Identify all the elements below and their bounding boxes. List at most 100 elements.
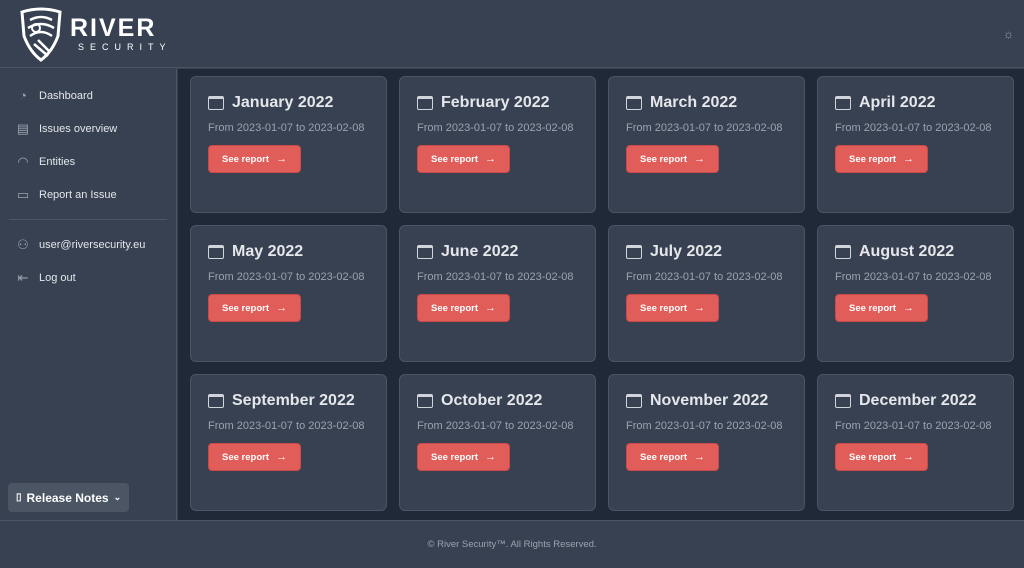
arrow-right-icon: → xyxy=(276,302,287,314)
calendar-icon xyxy=(835,96,851,110)
sidebar-item-issues-overview[interactable]: ▤ Issues overview xyxy=(0,112,176,145)
button-label: See report xyxy=(849,451,896,463)
report-range: From 2023-01-07 to 2023-02-08 xyxy=(417,271,574,283)
report-range: From 2023-01-07 to 2023-02-08 xyxy=(208,122,365,134)
report-card: August 2022 From 2023-01-07 to 2023-02-0… xyxy=(817,225,1014,362)
button-label: See report xyxy=(849,153,896,165)
arrow-right-icon: → xyxy=(276,451,287,463)
report-card: March 2022 From 2023-01-07 to 2023-02-08… xyxy=(608,76,805,213)
button-label: See report xyxy=(222,302,269,314)
report-title: December 2022 xyxy=(859,392,977,409)
report-card: June 2022 From 2023-01-07 to 2023-02-08 … xyxy=(399,225,596,362)
user-email: user@riversecurity.eu xyxy=(39,238,146,251)
report-range: From 2023-01-07 to 2023-02-08 xyxy=(208,271,365,283)
report-title: January 2022 xyxy=(232,94,334,111)
button-label: See report xyxy=(640,153,687,165)
see-report-button[interactable]: See report → xyxy=(835,145,928,173)
arrow-right-icon: → xyxy=(694,153,705,165)
header: RIVER SECURITY ☼ xyxy=(0,0,1024,68)
button-label: See report xyxy=(431,153,478,165)
brand-name: RIVER xyxy=(70,14,157,42)
sidebar-item-report-issue[interactable]: ▭ Report an Issue xyxy=(0,178,176,211)
report-title: August 2022 xyxy=(859,243,955,260)
calendar-icon xyxy=(626,96,642,110)
arrow-right-icon: → xyxy=(903,302,914,314)
see-report-button[interactable]: See report → xyxy=(208,145,301,173)
pie-chart-icon: ◔ xyxy=(19,88,27,103)
divider xyxy=(9,219,167,220)
report-range: From 2023-01-07 to 2023-02-08 xyxy=(417,420,574,432)
report-card: February 2022 From 2023-01-07 to 2023-02… xyxy=(399,76,596,213)
see-report-button[interactable]: See report → xyxy=(417,443,510,471)
report-title: February 2022 xyxy=(441,94,550,111)
sidebar-item-label: Entities xyxy=(39,155,76,168)
button-label: See report xyxy=(640,451,687,463)
button-label: See report xyxy=(640,302,687,314)
report-title: November 2022 xyxy=(650,392,769,409)
sidebar-item-label: Dashboard xyxy=(39,89,93,102)
calendar-icon xyxy=(835,245,851,259)
see-report-button[interactable]: See report → xyxy=(417,294,510,322)
arrow-right-icon: → xyxy=(694,451,705,463)
calendar-icon xyxy=(626,245,642,259)
sidebar-item-logout[interactable]: ⇤ Log out xyxy=(0,261,176,294)
calendar-icon xyxy=(835,394,851,408)
report-card: September 2022 From 2023-01-07 to 2023-0… xyxy=(190,374,387,511)
see-report-button[interactable]: See report → xyxy=(208,294,301,322)
arrow-right-icon: → xyxy=(903,451,914,463)
report-title: June 2022 xyxy=(441,243,519,260)
report-card: November 2022 From 2023-01-07 to 2023-02… xyxy=(608,374,805,511)
report-card: July 2022 From 2023-01-07 to 2023-02-08 … xyxy=(608,225,805,362)
sidebar-item-entities[interactable]: ◠ Entities xyxy=(0,145,176,178)
footer: © River Security™. All Rights Reserved. xyxy=(0,520,1024,567)
arrow-right-icon: → xyxy=(485,451,496,463)
sidebar: ◔ Dashboard ▤ Issues overview ◠ Entities ▭ R… xyxy=(0,69,177,520)
sidebar-item-user[interactable]: ⚇ user@riversecurity.eu xyxy=(0,228,176,261)
report-range: From 2023-01-07 to 2023-02-08 xyxy=(626,420,783,432)
sidebar-item-label: Report an Issue xyxy=(39,188,117,201)
see-report-button[interactable]: See report → xyxy=(208,443,301,471)
arrow-right-icon: → xyxy=(276,153,287,165)
report-range: From 2023-01-07 to 2023-02-08 xyxy=(835,420,992,432)
button-label: See report xyxy=(431,451,478,463)
logout-icon: ⇤ xyxy=(17,269,29,285)
button-label: See report xyxy=(849,302,896,314)
see-report-button[interactable]: See report → xyxy=(626,145,719,173)
fingerprint-shield-logo-icon xyxy=(20,7,62,62)
report-card: May 2022 From 2023-01-07 to 2023-02-08 S… xyxy=(190,225,387,362)
calendar-icon xyxy=(417,245,433,259)
logo[interactable]: RIVER SECURITY xyxy=(18,6,172,62)
report-range: From 2023-01-07 to 2023-02-08 xyxy=(417,122,574,134)
release-notes-button[interactable]: ▯ Release Notes ⌄ xyxy=(8,483,130,512)
report-range: From 2023-01-07 to 2023-02-08 xyxy=(835,271,992,283)
button-label: See report xyxy=(222,451,269,463)
calendar-icon xyxy=(208,96,224,110)
arrow-right-icon: → xyxy=(694,302,705,314)
calendar-icon xyxy=(417,96,433,110)
reports-grid: January 2022 From 2023-01-07 to 2023-02-… xyxy=(190,76,1014,511)
button-label: See report xyxy=(222,153,269,165)
see-report-button[interactable]: See report → xyxy=(626,294,719,322)
document-icon: ▯ xyxy=(16,492,22,503)
chevron-down-icon: ⌄ xyxy=(113,492,122,502)
report-title: May 2022 xyxy=(232,243,304,260)
see-report-button[interactable]: See report → xyxy=(835,294,928,322)
see-report-button[interactable]: See report → xyxy=(417,145,510,173)
brand-sub: SECURITY xyxy=(78,42,172,52)
sidebar-item-dashboard[interactable]: ◔ Dashboard xyxy=(0,79,176,112)
reports-grid-area: January 2022 From 2023-01-07 to 2023-02-… xyxy=(178,69,1024,520)
report-title: April 2022 xyxy=(859,94,936,111)
fingerprint-icon: ◠ xyxy=(17,153,29,169)
document-chart-icon: ▤ xyxy=(16,120,30,136)
sun-icon[interactable]: ☼ xyxy=(1003,27,1014,41)
button-label: See report xyxy=(431,302,478,314)
chat-alert-icon: ▭ xyxy=(16,186,30,202)
user-icon: ⚇ xyxy=(17,236,29,252)
see-report-button[interactable]: See report → xyxy=(835,443,928,471)
report-card: December 2022 From 2023-01-07 to 2023-02… xyxy=(817,374,1014,511)
see-report-button[interactable]: See report → xyxy=(626,443,719,471)
report-range: From 2023-01-07 to 2023-02-08 xyxy=(835,122,992,134)
calendar-icon xyxy=(208,245,224,259)
arrow-right-icon: → xyxy=(485,153,496,165)
sidebar-item-label: Issues overview xyxy=(39,122,118,135)
